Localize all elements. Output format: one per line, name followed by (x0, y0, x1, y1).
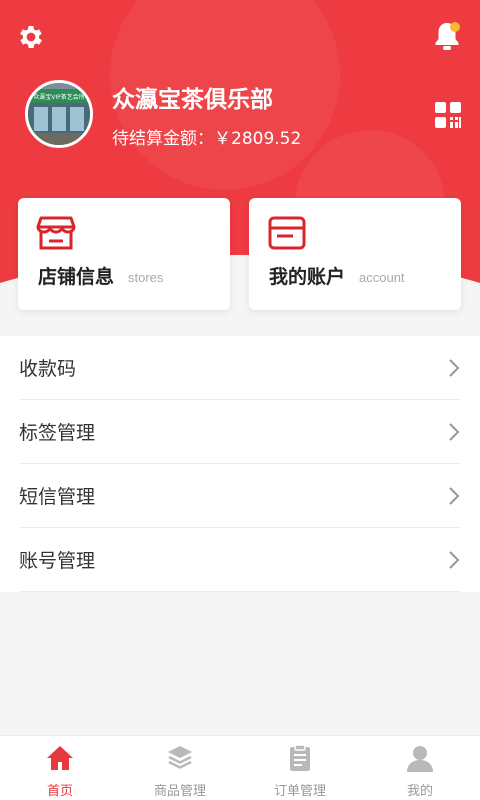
user-icon (404, 742, 436, 774)
my-account-title: 我的账户 (269, 266, 346, 288)
chevron-right-icon (449, 423, 460, 441)
menu-item-label: 短信管理 (19, 486, 96, 508)
menu-item-label: 标签管理 (19, 422, 96, 444)
tab-label: 订单管理 (273, 784, 326, 799)
notification-bell-icon[interactable] (430, 18, 464, 54)
settings-gear-icon[interactable] (14, 20, 48, 54)
menu-item-sms-management[interactable]: 短信管理 (19, 464, 461, 528)
qr-grid-icon[interactable] (432, 99, 464, 131)
tab-label: 我的 (406, 784, 433, 799)
menu-item-tag-management[interactable]: 标签管理 (19, 400, 461, 464)
avatar-sign-text: 众瀛宝VIP茶艺会所 (33, 93, 85, 101)
menu-item-label: 收款码 (19, 358, 77, 380)
tab-products[interactable]: 商品管理 (120, 736, 240, 800)
layers-icon (164, 742, 196, 774)
menu-item-label: 账号管理 (19, 550, 96, 572)
chevron-right-icon (449, 359, 460, 377)
tab-home[interactable]: 首页 (0, 736, 120, 800)
tab-orders[interactable]: 订单管理 (240, 736, 360, 800)
clipboard-icon (284, 742, 316, 774)
my-account-card[interactable]: 我的账户 account (249, 198, 461, 310)
menu-item-account-management[interactable]: 账号管理 (19, 528, 461, 592)
tab-label: 商品管理 (153, 784, 206, 799)
store-name: 众瀛宝茶俱乐部 (112, 87, 273, 113)
menu-item-payment-code[interactable]: 收款码 (19, 336, 461, 400)
store-icon (36, 214, 76, 252)
chevron-right-icon (449, 487, 460, 505)
settings-menu: 收款码 标签管理 短信管理 账号管理 (0, 336, 480, 592)
pending-balance: 待结算金额：￥2809.52 (112, 129, 302, 149)
tab-profile[interactable]: 我的 (360, 736, 480, 800)
avatar[interactable]: 众瀛宝VIP茶艺会所 (25, 80, 93, 148)
bottom-tab-bar: 首页 商品管理 订单管理 我的 (0, 735, 480, 800)
wallet-icon (267, 214, 307, 252)
home-icon (44, 742, 76, 774)
store-info-subtitle: stores (128, 270, 164, 285)
store-info-card[interactable]: 店铺信息 stores (18, 198, 230, 310)
store-info-title: 店铺信息 (38, 266, 115, 288)
chevron-right-icon (449, 551, 460, 569)
my-account-subtitle: account (359, 270, 405, 285)
tab-label: 首页 (46, 784, 73, 799)
